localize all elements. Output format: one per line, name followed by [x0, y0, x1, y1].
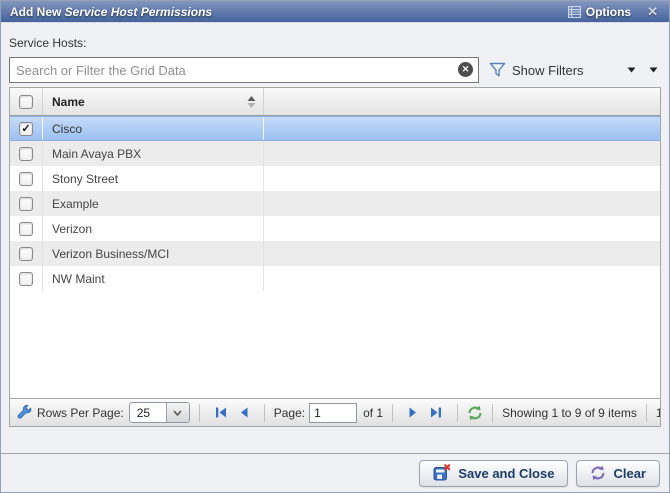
- rows-per-page-caret-icon: [166, 403, 189, 422]
- row-checkbox[interactable]: [19, 172, 33, 186]
- select-all-checkbox[interactable]: [19, 95, 33, 109]
- first-page-button[interactable]: [214, 406, 228, 419]
- row-name-cell: NW Maint: [42, 266, 264, 291]
- save-and-close-label: Save and Close: [458, 466, 554, 481]
- row-filler-cell: [264, 141, 660, 166]
- dialog-title: Add New Service Host Permissions: [10, 5, 212, 19]
- clear-label: Clear: [613, 466, 646, 481]
- name-column-header[interactable]: Name: [42, 88, 264, 115]
- service-hosts-grid: Name ✓ Cisco Main Avaya PBX: [9, 87, 661, 427]
- table-row[interactable]: Verizon Business/MCI: [10, 241, 660, 266]
- options-list-icon: [568, 6, 581, 18]
- row-filler-cell: [264, 117, 660, 140]
- filter-dropdown-icon[interactable]: [627, 67, 636, 73]
- table-row[interactable]: Verizon: [10, 216, 660, 241]
- previous-page-button[interactable]: [238, 406, 250, 419]
- row-checkbox-cell: [10, 191, 42, 216]
- toolbar-divider: [199, 404, 200, 422]
- row-filler-cell: [264, 266, 660, 291]
- show-filters-button[interactable]: Show Filters: [489, 62, 661, 78]
- header-filler-cell: [264, 88, 660, 115]
- row-filler-cell: [264, 191, 660, 216]
- row-name-cell: Verizon Business/MCI: [42, 241, 264, 266]
- row-filler-cell: [264, 241, 660, 266]
- row-checkbox-checked[interactable]: ✓: [19, 122, 33, 136]
- add-service-host-permissions-dialog: Add New Service Host Permissions Options…: [0, 0, 670, 493]
- row-checkbox-cell: [10, 266, 42, 291]
- row-name-cell: Example: [42, 191, 264, 216]
- grid-empty-area: [10, 291, 660, 398]
- show-filters-label: Show Filters: [512, 63, 584, 78]
- table-row[interactable]: Main Avaya PBX: [10, 141, 660, 166]
- refresh-icon[interactable]: [467, 405, 483, 421]
- toolbar-divider: [492, 404, 493, 422]
- toolbar-divider: [264, 404, 265, 422]
- row-checkbox[interactable]: [19, 272, 33, 286]
- row-checkbox[interactable]: [19, 247, 33, 261]
- toolbar-divider: [392, 404, 393, 422]
- header-checkbox-cell: [10, 88, 42, 115]
- row-checkbox-cell: [10, 241, 42, 266]
- clear-search-icon[interactable]: ✕: [458, 62, 473, 77]
- next-page-button[interactable]: [407, 406, 419, 419]
- row-checkbox[interactable]: [19, 222, 33, 236]
- toolbar-divider: [646, 404, 647, 422]
- table-row[interactable]: NW Maint: [10, 266, 660, 291]
- sort-icon: [247, 95, 256, 109]
- dialog-title-prefix: Add New: [10, 5, 65, 19]
- last-page-button[interactable]: [429, 406, 443, 419]
- rows-per-page-select[interactable]: 25: [129, 402, 190, 423]
- row-checkbox[interactable]: [19, 197, 33, 211]
- dialog-title-emphasis: Service Host Permissions: [65, 5, 212, 19]
- grid-pager-toolbar: Rows Per Page: 25 Page: of 1: [10, 398, 660, 426]
- toolbar-divider: [457, 404, 458, 422]
- clear-refresh-icon: [590, 465, 606, 481]
- close-icon[interactable]: ✕: [647, 4, 658, 20]
- filter-funnel-icon: [489, 62, 506, 78]
- options-label: Options: [586, 5, 631, 19]
- table-row[interactable]: Example: [10, 191, 660, 216]
- options-button[interactable]: Options: [568, 5, 631, 19]
- title-bar: Add New Service Host Permissions Options…: [1, 1, 669, 23]
- save-and-close-button[interactable]: Save and Close: [419, 460, 568, 487]
- row-name-cell: Main Avaya PBX: [42, 141, 264, 166]
- row-name-cell: Cisco: [42, 117, 264, 140]
- grid-menu-dropdown-icon[interactable]: [649, 67, 658, 73]
- rows-per-page-value: 25: [130, 403, 166, 422]
- page-of-label: of 1: [363, 406, 383, 420]
- clear-button[interactable]: Clear: [576, 460, 660, 487]
- service-hosts-label: Service Hosts:: [9, 36, 661, 51]
- row-checkbox-cell: [10, 141, 42, 166]
- page-label: Page:: [274, 406, 305, 420]
- row-checkbox-cell: ✓: [10, 117, 42, 140]
- row-filler-cell: [264, 166, 660, 191]
- search-filter-row: ✕ Show Filters: [9, 57, 661, 83]
- filter-caret-group: [627, 67, 661, 73]
- dialog-body: Service Hosts: ✕ Show Filters: [1, 23, 669, 453]
- save-icon: [433, 464, 451, 482]
- row-checkbox-cell: [10, 216, 42, 241]
- row-checkbox[interactable]: [19, 147, 33, 161]
- grid-settings-wrench-icon[interactable]: [17, 405, 32, 420]
- table-row[interactable]: ✓ Cisco: [10, 116, 660, 141]
- row-checkbox-cell: [10, 166, 42, 191]
- selection-count-text: 1 item sel: [656, 406, 660, 420]
- row-name-cell: Stony Street: [42, 166, 264, 191]
- showing-items-text: Showing 1 to 9 of 9 items: [502, 406, 637, 420]
- search-input[interactable]: [9, 57, 479, 83]
- row-filler-cell: [264, 216, 660, 241]
- table-row[interactable]: Stony Street: [10, 166, 660, 191]
- name-column-label: Name: [52, 95, 85, 109]
- dialog-footer: Save and Close Clear: [1, 454, 669, 492]
- row-name-cell: Verizon: [42, 216, 264, 241]
- title-bar-actions: Options ✕: [568, 4, 660, 20]
- search-box: ✕: [9, 57, 479, 83]
- rows-per-page-label: Rows Per Page:: [37, 406, 124, 420]
- page-number-input[interactable]: [309, 403, 357, 423]
- grid-header-row: Name: [10, 88, 660, 116]
